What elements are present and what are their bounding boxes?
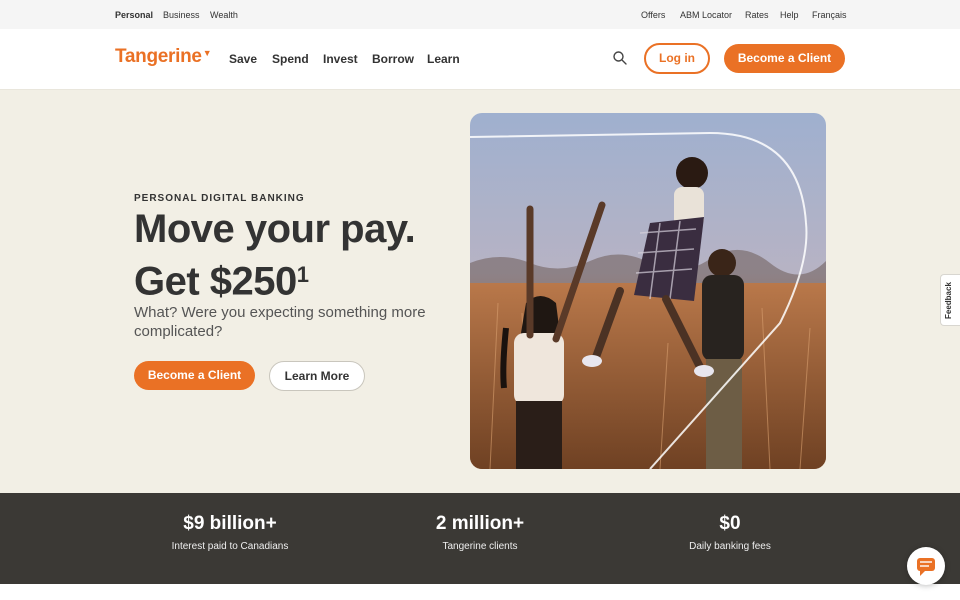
utility-bar: Personal Business Wealth Offers ABM Loca… [0, 0, 960, 29]
stat-interest-label: Interest paid to Canadians [171, 541, 289, 552]
login-button[interactable]: Log in [644, 43, 710, 74]
hero-headline-line1: Move your pay. [134, 207, 416, 251]
hero-headline-line2: Get $2501 [134, 251, 454, 303]
nav-item-learn[interactable]: Learn [427, 52, 460, 66]
stat-fees: $0 Daily banking fees [630, 512, 830, 552]
hero-headline-amount: Get $250 [134, 259, 297, 304]
chat-icon [917, 558, 935, 576]
stat-interest: $9 billion+ Interest paid to Canadians [130, 512, 330, 552]
stat-interest-value: $9 billion+ [183, 513, 277, 534]
hero-family-photo [470, 113, 826, 469]
feedback-label: Feedback [944, 282, 953, 319]
nav-item-borrow[interactable]: Borrow [372, 52, 414, 66]
tangerine-logo[interactable]: Tangerine▼ [115, 46, 212, 68]
header-become-client-button[interactable]: Become a Client [724, 44, 845, 73]
nav-item-spend[interactable]: Spend [272, 52, 309, 66]
utility-link-wealth[interactable]: Wealth [210, 10, 238, 20]
utility-link-abm-locator[interactable]: ABM Locator [680, 10, 732, 20]
stat-fees-value: $0 [719, 513, 741, 534]
hero-learn-more-button[interactable]: Learn More [269, 361, 365, 391]
stats-band: $9 billion+ Interest paid to Canadians 2… [0, 493, 960, 584]
stat-clients-label: Tangerine clients [442, 541, 518, 552]
utility-link-francais[interactable]: Français [812, 10, 847, 20]
stat-fees-label: Daily banking fees [689, 541, 771, 552]
stat-clients-value: 2 million+ [435, 513, 525, 534]
stat-clients: 2 million+ Tangerine clients [380, 512, 580, 552]
utility-link-help[interactable]: Help [780, 10, 799, 20]
nav-item-save[interactable]: Save [229, 52, 257, 66]
feedback-tab[interactable]: Feedback [940, 274, 960, 326]
utility-link-business[interactable]: Business [163, 10, 200, 20]
logo-wordmark: Tangerine [115, 46, 202, 67]
utility-link-rates[interactable]: Rates [745, 10, 769, 20]
logo-triangle-icon: ▼ [202, 48, 212, 58]
hero-become-client-button[interactable]: Become a Client [134, 361, 255, 390]
nav-item-invest[interactable]: Invest [323, 52, 358, 66]
hero-footnote-marker[interactable]: 1 [297, 262, 309, 287]
hero-headline: Move your pay. Get $2501 [134, 207, 454, 303]
chat-launcher[interactable] [907, 547, 945, 585]
search-icon[interactable] [612, 50, 628, 66]
hero-subhead: What? Were you expecting something more … [134, 304, 426, 340]
utility-link-personal[interactable]: Personal [115, 10, 153, 20]
utility-link-offers[interactable]: Offers [641, 10, 665, 20]
hero-eyebrow: PERSONAL DIGITAL BANKING [134, 193, 305, 204]
